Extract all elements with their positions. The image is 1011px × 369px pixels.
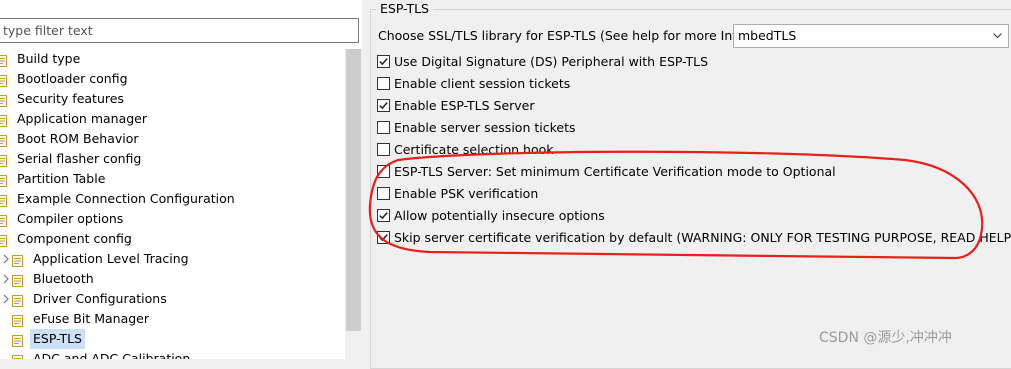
page-icon xyxy=(0,133,7,147)
tree-item[interactable]: ESP-TLS xyxy=(0,329,345,349)
page-icon xyxy=(0,113,7,127)
tree-item-label: Application manager xyxy=(17,111,147,126)
option-label: Enable client session tickets xyxy=(394,76,571,91)
chevron-right-icon[interactable] xyxy=(2,253,10,265)
tree-item[interactable]: Security features xyxy=(0,89,345,109)
tree-item[interactable]: eFuse Bit Manager xyxy=(0,309,345,329)
tree-item[interactable]: Application manager xyxy=(0,109,345,129)
option-label: ESP-TLS Server: Set minimum Certificate … xyxy=(394,164,836,179)
tree-item-label: Compiler options xyxy=(17,211,124,226)
tree-item[interactable]: Driver Configurations xyxy=(0,289,345,309)
option-label: Certificate selection hook xyxy=(394,142,554,157)
option-label: Enable ESP-TLS Server xyxy=(394,98,535,113)
settings-tree: Build type Bootloader config Security feat… xyxy=(0,49,345,359)
option-label: Enable PSK verification xyxy=(394,186,539,201)
checkbox-checked[interactable] xyxy=(377,55,390,68)
library-select-value: mbedTLS xyxy=(738,28,797,43)
settings-tree-pane: Build type Bootloader config Security feat… xyxy=(0,0,362,359)
page-icon xyxy=(0,93,7,107)
library-select[interactable]: mbedTLS xyxy=(733,24,1009,48)
tree-item-label: Partition Table xyxy=(17,171,106,186)
checkbox[interactable] xyxy=(377,121,390,134)
tree-item-label: ADC and ADC Calibration xyxy=(33,351,191,359)
checkbox-checked[interactable] xyxy=(377,99,390,112)
page-icon xyxy=(0,233,7,247)
option-label: Use Digital Signature (DS) Peripheral wi… xyxy=(394,54,709,69)
checkbox-checked[interactable] xyxy=(377,231,390,244)
tree-item[interactable]: ADC and ADC Calibration xyxy=(0,349,345,359)
pane-splitter[interactable] xyxy=(362,0,370,359)
tree-item[interactable]: Component config xyxy=(0,229,345,249)
page-icon xyxy=(12,353,23,359)
tree-scrollbar[interactable] xyxy=(345,49,362,359)
tree-item[interactable]: Boot ROM Behavior xyxy=(0,129,345,149)
option-label: Skip server certificate verification by … xyxy=(394,230,1011,245)
page-icon xyxy=(0,153,7,167)
checkbox[interactable] xyxy=(377,187,390,200)
chevron-right-icon[interactable] xyxy=(2,273,10,285)
page-icon xyxy=(0,53,7,67)
tree-item[interactable]: Build type xyxy=(0,49,345,69)
chevron-right-icon[interactable] xyxy=(2,293,10,305)
tree-item-label: Build type xyxy=(17,51,81,66)
scrollbar-thumb[interactable] xyxy=(346,49,361,331)
chevron-down-icon xyxy=(993,33,1002,39)
tree-item[interactable]: Partition Table xyxy=(0,169,345,189)
page-icon xyxy=(0,193,7,207)
tree-item-label: Boot ROM Behavior xyxy=(17,131,139,146)
group-title: ESP-TLS xyxy=(376,0,433,18)
option-label: Allow potentially insecure options xyxy=(394,208,605,223)
page-icon xyxy=(12,293,23,307)
checkbox[interactable] xyxy=(377,143,390,156)
tree-item-label: Application Level Tracing xyxy=(33,251,189,266)
tree-item-label: Driver Configurations xyxy=(33,291,167,306)
page-icon xyxy=(12,273,23,287)
tree-item-label: Bootloader config xyxy=(17,71,128,86)
page-icon xyxy=(12,313,23,327)
filter-input[interactable] xyxy=(0,18,359,43)
tree-item-label: ESP-TLS xyxy=(30,329,85,349)
tree-item-label: Component config xyxy=(17,231,132,246)
tree-item-label: Example Connection Configuration xyxy=(17,191,235,206)
page-icon xyxy=(0,73,7,87)
watermark: CSDN @源少,冲冲冲 xyxy=(819,330,952,346)
page-icon xyxy=(12,333,23,347)
tree-item[interactable]: Bluetooth xyxy=(0,269,345,289)
tree-item-label: Bluetooth xyxy=(33,271,94,286)
tree-item-label: Serial flasher config xyxy=(17,151,142,166)
library-label: Choose SSL/TLS library for ESP-TLS (See … xyxy=(378,28,750,43)
page-icon xyxy=(0,213,7,227)
tree-item[interactable]: Bootloader config xyxy=(0,69,345,89)
page-icon xyxy=(12,253,23,267)
checkbox-checked[interactable] xyxy=(377,209,390,222)
page-icon xyxy=(0,173,7,187)
tree-item[interactable]: Application Level Tracing xyxy=(0,249,345,269)
tree-item[interactable]: Example Connection Configuration xyxy=(0,189,345,209)
checkbox[interactable] xyxy=(377,165,390,178)
checkbox[interactable] xyxy=(377,77,390,90)
tree-item-label: eFuse Bit Manager xyxy=(33,311,150,326)
tree-item-label: Security features xyxy=(17,91,124,106)
tree-item[interactable]: Serial flasher config xyxy=(0,149,345,169)
tree-item[interactable]: Compiler options xyxy=(0,209,345,229)
option-label: Enable server session tickets xyxy=(394,120,576,135)
